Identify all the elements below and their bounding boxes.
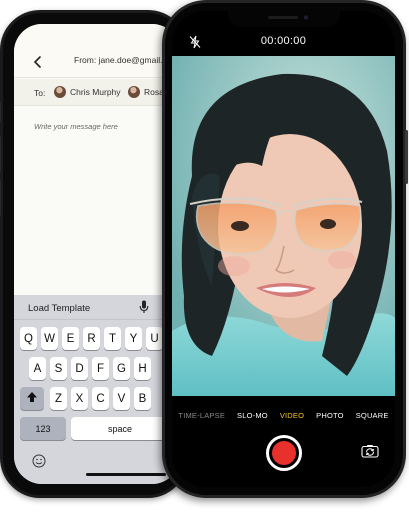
message-body-input[interactable]: Write your message here <box>34 122 118 131</box>
key-r[interactable]: R <box>83 327 100 350</box>
key-s[interactable]: S <box>50 357 67 380</box>
mic-icon[interactable] <box>139 300 149 314</box>
camera-screen: 00:00:00 TIME-LAPSE SLO-MO VIDEO PHOTO S… <box>172 11 395 487</box>
key-e[interactable]: E <box>62 327 79 350</box>
email-header: From: jane.doe@gmail.com <box>14 24 180 78</box>
mode-photo[interactable]: PHOTO <box>316 411 344 420</box>
key-u[interactable]: U <box>146 327 163 350</box>
key-x[interactable]: X <box>71 387 88 410</box>
to-field[interactable]: To: Chris Murphy Rosa <box>14 79 180 106</box>
numbers-key[interactable]: 123 <box>20 417 66 440</box>
mute-switch <box>0 102 1 122</box>
power-button <box>405 130 408 184</box>
key-d[interactable]: D <box>71 357 88 380</box>
back-icon[interactable] <box>30 54 46 70</box>
volume-down-button <box>0 180 1 216</box>
to-label: To: <box>34 88 46 98</box>
recipient-chip[interactable]: Rosa <box>128 85 164 99</box>
camera-phone: 00:00:00 TIME-LAPSE SLO-MO VIDEO PHOTO S… <box>162 0 408 498</box>
recording-timer: 00:00:00 <box>260 35 307 47</box>
key-a[interactable]: A <box>29 357 46 380</box>
key-y[interactable]: Y <box>125 327 142 350</box>
camera-viewfinder[interactable] <box>172 56 395 396</box>
emoji-icon[interactable] <box>32 454 46 468</box>
space-key[interactable]: space <box>71 417 169 440</box>
record-button[interactable] <box>266 435 302 471</box>
email-screen: From: jane.doe@gmail.com To: Chris Murph… <box>14 24 180 484</box>
key-f[interactable]: F <box>92 357 109 380</box>
key-g[interactable]: G <box>113 357 130 380</box>
shift-key[interactable] <box>20 387 44 410</box>
key-b[interactable]: B <box>134 387 151 410</box>
key-h[interactable]: H <box>134 357 151 380</box>
recipient-name: Rosa <box>144 87 164 97</box>
key-w[interactable]: W <box>41 327 58 350</box>
mode-time-lapse[interactable]: TIME-LAPSE <box>178 411 225 420</box>
keyboard-toolbar: Load Template <box>14 295 180 320</box>
switch-camera-icon[interactable] <box>361 444 379 458</box>
email-phone: From: jane.doe@gmail.com To: Chris Murph… <box>0 10 188 498</box>
record-button-inner <box>272 441 296 465</box>
key-t[interactable]: T <box>104 327 121 350</box>
key-v[interactable]: V <box>113 387 130 410</box>
key-c[interactable]: C <box>92 387 109 410</box>
volume-up-button <box>0 136 1 172</box>
home-indicator <box>86 473 166 476</box>
notch <box>228 11 340 27</box>
camera-mode-selector: TIME-LAPSE SLO-MO VIDEO PHOTO SQUARE <box>172 408 395 422</box>
selfie-preview-image <box>172 56 395 396</box>
keyboard: Load Template Q W E R T Y U A S D F G H <box>14 295 180 484</box>
mode-square[interactable]: SQUARE <box>356 411 389 420</box>
key-q[interactable]: Q <box>20 327 37 350</box>
recipient-name: Chris Murphy <box>70 87 121 97</box>
load-template-button[interactable]: Load Template <box>28 303 90 314</box>
mode-video[interactable]: VIDEO <box>280 411 304 420</box>
key-z[interactable]: Z <box>50 387 67 410</box>
avatar <box>128 86 140 98</box>
recipient-chip[interactable]: Chris Murphy <box>54 85 121 99</box>
shift-icon <box>26 391 38 406</box>
mode-slo-mo[interactable]: SLO-MO <box>237 411 268 420</box>
avatar <box>54 86 66 98</box>
